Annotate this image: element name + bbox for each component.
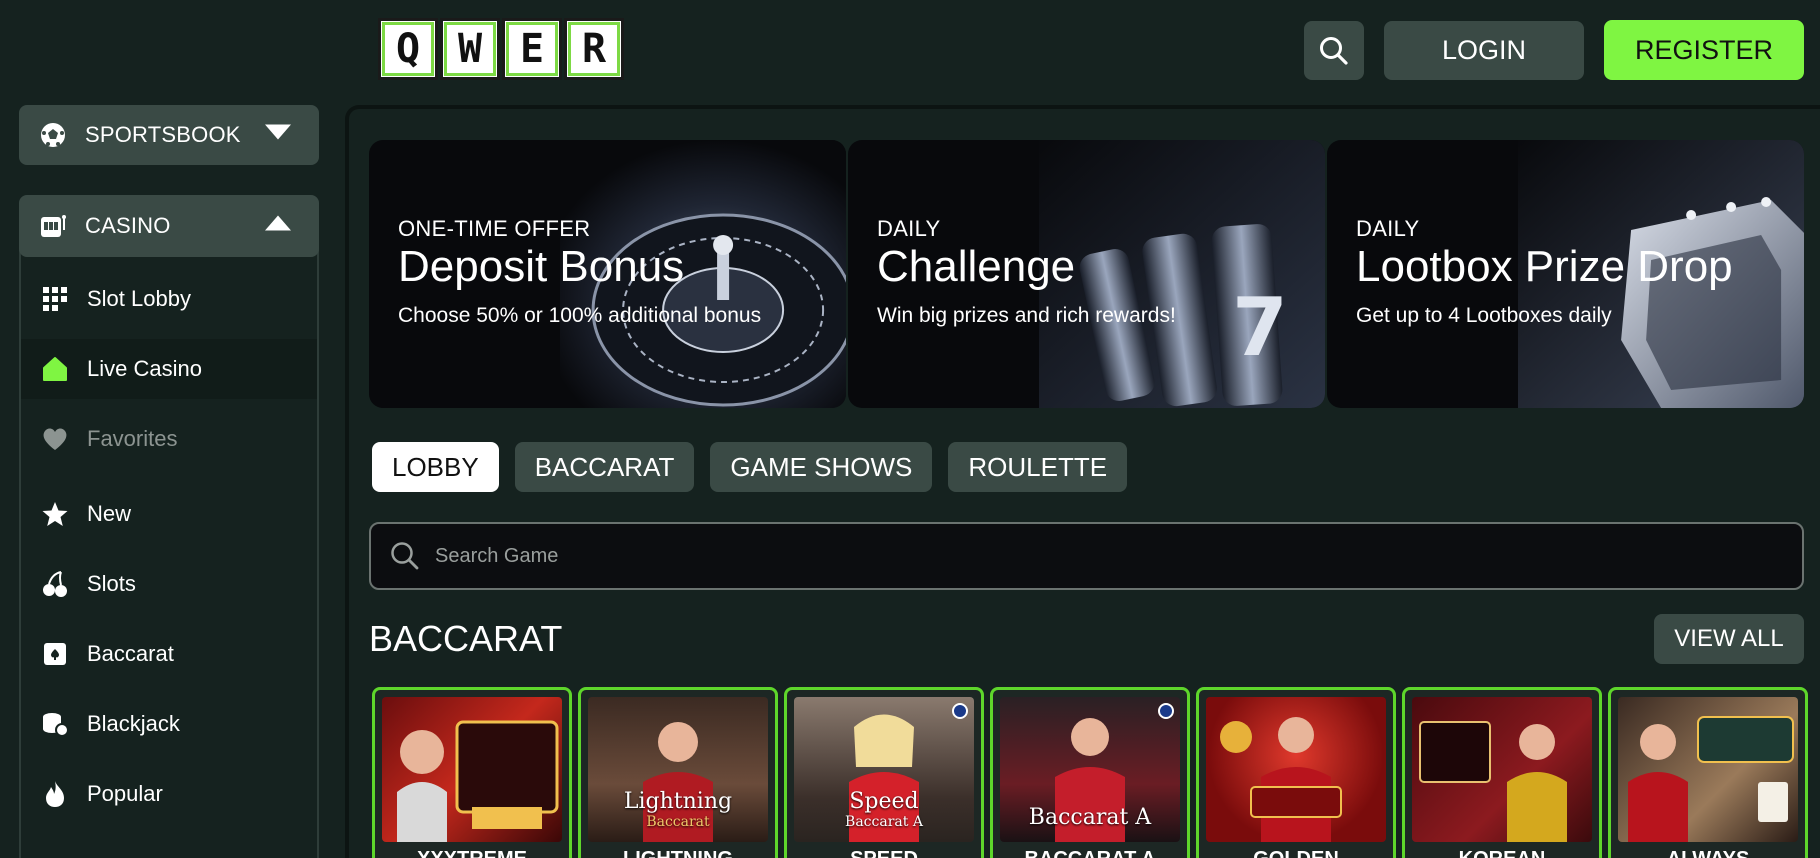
promo-banner-challenge[interactable]: 7 DAILY Challenge Win big prizes and ric… bbox=[848, 140, 1325, 408]
promo-banners: ONE-TIME OFFER Deposit Bonus Choose 50% … bbox=[369, 140, 1804, 408]
promo-banner-deposit-bonus[interactable]: ONE-TIME OFFER Deposit Bonus Choose 50% … bbox=[369, 140, 846, 408]
logo-letter: R bbox=[564, 18, 624, 80]
game-name: ALWAYS bbox=[1611, 848, 1805, 858]
game-thumbnail: Lightning Baccarat bbox=[588, 697, 768, 842]
game-card[interactable]: XXXTREME bbox=[372, 687, 572, 858]
sidebar-item-label: Blackjack bbox=[87, 711, 180, 736]
game-thumb-title: Speed Baccarat A bbox=[845, 789, 923, 830]
banner-kicker: ONE-TIME OFFER bbox=[398, 216, 591, 241]
game-name: XXXTREME bbox=[375, 848, 569, 858]
dealer-image bbox=[1220, 717, 1342, 842]
top-header: Q W E R LOGIN REGISTER bbox=[0, 0, 1820, 100]
game-thumbnail bbox=[1206, 697, 1386, 842]
sidebar-item-label: Favorites bbox=[87, 426, 178, 451]
sidebar-item-label: Live Casino bbox=[87, 356, 202, 381]
site-logo[interactable]: Q W E R bbox=[378, 18, 624, 82]
logo-letter: W bbox=[440, 18, 500, 80]
star-icon bbox=[41, 500, 69, 528]
banner-kicker: DAILY bbox=[877, 216, 941, 241]
chevron-up-icon bbox=[265, 215, 291, 237]
sidebar: SPORTSBOOK CASINO Slot Lobby Live Casino… bbox=[0, 100, 340, 858]
game-thumbnail: Speed Baccarat A bbox=[794, 697, 974, 842]
section-title: BACCARAT bbox=[369, 618, 563, 659]
game-thumbnail bbox=[1412, 697, 1592, 842]
sidebar-item-blackjack[interactable]: Blackjack bbox=[21, 694, 317, 754]
game-thumb-title: Baccarat A bbox=[1028, 805, 1152, 830]
cherries-icon bbox=[41, 570, 69, 598]
game-card[interactable]: SpeedBaccarat A SPEED bbox=[784, 687, 984, 858]
tab-game-shows[interactable]: GAME SHOWS bbox=[710, 442, 933, 492]
banner-title: Lootbox Prize Drop bbox=[1356, 242, 1733, 291]
game-card[interactable]: Baccarat A BACCARAT A bbox=[990, 687, 1190, 858]
tab-baccarat[interactable]: BACCARAT bbox=[514, 442, 695, 492]
game-card[interactable]: GOLDEN bbox=[1196, 687, 1396, 858]
sidebar-item-label: Slot Lobby bbox=[87, 286, 191, 311]
banner-title: Challenge bbox=[877, 242, 1076, 291]
sidebar-casino-label: CASINO bbox=[85, 213, 171, 238]
tab-roulette[interactable]: ROULETTE bbox=[948, 442, 1128, 492]
flame-icon bbox=[41, 780, 69, 808]
game-thumbnail: Baccarat A bbox=[1000, 697, 1180, 842]
sidebar-item-new[interactable]: New bbox=[21, 484, 317, 544]
logo-letter: E bbox=[502, 18, 562, 80]
sidebar-item-label: New bbox=[87, 501, 132, 526]
login-button[interactable]: LOGIN bbox=[1384, 21, 1584, 80]
chevron-down-icon bbox=[265, 124, 291, 146]
language-flag-icon bbox=[1158, 703, 1174, 719]
sidebar-item-baccarat[interactable]: Baccarat bbox=[21, 624, 317, 684]
sidebar-item-popular[interactable]: Popular bbox=[21, 764, 317, 824]
dealer-image bbox=[1628, 716, 1794, 842]
heart-icon bbox=[41, 425, 69, 453]
banner-kicker: DAILY bbox=[1356, 216, 1420, 241]
game-name: LIGHTNING bbox=[581, 848, 775, 858]
grid-icon bbox=[41, 285, 69, 313]
sidebar-casino-section: CASINO Slot Lobby Live Casino Favorites bbox=[19, 195, 319, 858]
search-icon bbox=[1320, 36, 1348, 65]
banner-description: Get up to 4 Lootboxes daily bbox=[1356, 304, 1612, 328]
logo-letter: Q bbox=[378, 18, 438, 80]
dealer-image bbox=[397, 720, 559, 842]
search-icon bbox=[391, 542, 419, 570]
game-card[interactable]: LightningBaccarat LIGHTNING bbox=[578, 687, 778, 858]
game-name: GOLDEN bbox=[1199, 848, 1393, 858]
register-button[interactable]: REGISTER bbox=[1604, 20, 1804, 80]
game-card[interactable]: KOREAN bbox=[1402, 687, 1602, 858]
category-tabs: LOBBY BACCARAT GAME SHOWS ROULETTE bbox=[372, 442, 1128, 492]
soccer-ball-icon bbox=[39, 121, 67, 149]
language-flag-icon bbox=[952, 703, 968, 719]
dealer-image bbox=[1419, 721, 1567, 842]
sidebar-item-label: Baccarat bbox=[87, 641, 174, 666]
game-search-bar[interactable] bbox=[369, 522, 1804, 590]
sidebar-sportsbook-toggle[interactable]: SPORTSBOOK bbox=[19, 105, 319, 165]
sidebar-item-slots[interactable]: Slots bbox=[21, 554, 317, 614]
promo-banner-lootbox[interactable]: DAILY Lootbox Prize Drop Get up to 4 Loo… bbox=[1327, 140, 1804, 408]
tab-lobby[interactable]: LOBBY bbox=[372, 442, 499, 492]
sidebar-item-favorites[interactable]: Favorites bbox=[21, 409, 317, 469]
slot-machine-icon bbox=[39, 212, 67, 240]
game-name: KOREAN bbox=[1405, 848, 1599, 858]
game-carousel: XXXTREME LightningBaccarat LIGHTNING Spe… bbox=[372, 687, 1808, 858]
game-thumbnail bbox=[382, 697, 562, 842]
sidebar-sportsbook-label: SPORTSBOOK bbox=[85, 122, 241, 147]
banner-description: Win big prizes and rich rewards! bbox=[877, 304, 1176, 328]
sidebar-casino-toggle[interactable]: CASINO bbox=[19, 195, 319, 257]
banner-description: Choose 50% or 100% additional bonus bbox=[398, 304, 762, 328]
search-button[interactable] bbox=[1304, 21, 1364, 80]
sidebar-item-label: Slots bbox=[87, 571, 136, 596]
search-input[interactable] bbox=[435, 544, 1735, 568]
banner-title: Deposit Bonus bbox=[398, 242, 685, 291]
game-card[interactable]: ALWAYS bbox=[1608, 687, 1808, 858]
sidebar-item-live-casino[interactable]: Live Casino bbox=[21, 339, 317, 399]
home-icon bbox=[41, 355, 69, 383]
game-thumbnail bbox=[1618, 697, 1798, 842]
game-thumb-title: Lightning Baccarat bbox=[623, 789, 733, 830]
playing-card-icon bbox=[41, 640, 69, 668]
svg-text:7: 7 bbox=[1232, 281, 1288, 374]
sidebar-item-slot-lobby[interactable]: Slot Lobby bbox=[21, 269, 317, 329]
chips-icon bbox=[41, 710, 69, 738]
game-name: BACCARAT A bbox=[993, 848, 1187, 858]
game-name: SPEED bbox=[787, 848, 981, 858]
view-all-button[interactable]: VIEW ALL bbox=[1654, 614, 1804, 664]
sidebar-item-label: Popular bbox=[87, 781, 163, 806]
